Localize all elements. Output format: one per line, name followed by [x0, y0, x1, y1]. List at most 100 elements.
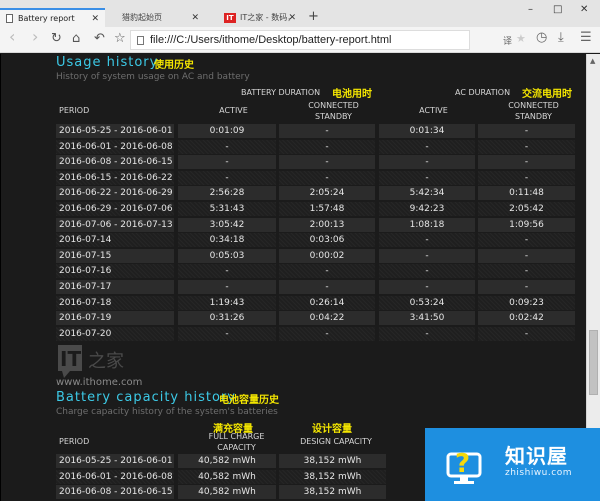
tab-label: Battery report	[18, 14, 75, 23]
home-button[interactable]: ⌂	[72, 31, 80, 47]
capacity-history-subtitle: Charge capacity history of the system's …	[56, 407, 278, 417]
duration-cell: -	[478, 326, 575, 341]
col-battery-standby: CONNECTED STANDBY	[308, 101, 359, 121]
duration-cell: -	[379, 170, 475, 185]
tab-ithome[interactable]: IT IT之家 - 数码，科技，生 ✕	[210, 8, 302, 27]
duration-cell: -	[279, 326, 375, 341]
col-ac-standby: CONNECTED STANDBY	[508, 101, 559, 121]
minimize-button[interactable]: –	[528, 4, 533, 15]
capacity-cell: 40,582 mWh	[178, 485, 276, 500]
duration-cell: -	[379, 280, 475, 294]
maximize-button[interactable]: □	[553, 4, 562, 15]
duration-cell: 2:05:24	[279, 186, 375, 201]
close-window-button[interactable]: ✕	[580, 4, 588, 15]
duration-cell: -	[178, 139, 276, 154]
tab-start-page[interactable]: 猎豹起始页 ✕	[110, 8, 205, 27]
url-input[interactable]	[150, 34, 450, 46]
usage-history-zh: 使用历史	[154, 60, 194, 71]
duration-cell: -	[478, 155, 575, 170]
duration-cell: 0:26:14	[279, 295, 375, 310]
duration-cell: -	[178, 280, 276, 294]
svg-text:IT: IT	[60, 347, 81, 371]
duration-cell: -	[478, 280, 575, 294]
usage-history-subtitle: History of system usage on AC and batter…	[56, 72, 250, 82]
tab-strip: Battery report ✕ 猎豹起始页 ✕ IT IT之家 - 数码，科技…	[0, 0, 600, 27]
monitor-question-icon: ?	[446, 449, 482, 484]
duration-cell: 3:05:42	[178, 217, 276, 232]
reload-button[interactable]: ↻	[51, 31, 62, 47]
period-cell: 2016-06-22 - 2016-06-29	[56, 186, 174, 201]
close-tab-icon[interactable]: ✕	[191, 13, 199, 23]
ithome-logo: IT 之家	[58, 345, 124, 378]
menu-icon[interactable]: ☰	[580, 30, 592, 45]
duration-cell: 5:31:43	[178, 202, 276, 216]
period-cell: 2016-07-17	[56, 280, 174, 294]
forward-button[interactable]: ›	[32, 29, 38, 45]
svg-text:之家: 之家	[88, 351, 124, 372]
period-cell: 2016-06-29 - 2016-07-06	[56, 202, 174, 216]
capacity-cell: 40,582 mWh	[178, 454, 276, 468]
star-icon[interactable]: ★	[516, 32, 526, 45]
period-cell: 2016-07-14	[56, 233, 174, 248]
cap-col-design: DESIGN CAPACITY	[300, 437, 372, 446]
scroll-up-icon[interactable]: ▲	[590, 57, 595, 65]
translate-icon[interactable]: 译	[503, 34, 512, 47]
duration-cell: -	[178, 155, 276, 170]
history-icon[interactable]: ◷	[536, 30, 547, 45]
duration-cell: -	[478, 233, 575, 248]
ac-duration-zh: 交流电用时	[522, 89, 572, 100]
duration-cell: -	[379, 233, 475, 248]
capacity-cell: 40,582 mWh	[178, 469, 276, 484]
period-cell: 2016-06-15 - 2016-06-22	[56, 170, 174, 185]
duration-cell: 2:56:28	[178, 186, 276, 201]
capacity-cell: 38,152 mWh	[279, 485, 386, 500]
duration-cell: -	[279, 264, 375, 279]
ac-duration-header: AC DURATION	[455, 88, 511, 97]
close-tab-icon[interactable]: ✕	[288, 13, 296, 23]
capacity-history-zh: 电池容量历史	[219, 395, 279, 406]
duration-cell: 0:04:22	[279, 311, 375, 326]
period-cell: 2016-07-15	[56, 248, 174, 263]
duration-cell: 1:19:43	[178, 295, 276, 310]
back-button[interactable]: ‹	[9, 29, 15, 45]
new-tab-button[interactable]: +	[308, 9, 319, 25]
svg-text:?: ?	[455, 449, 470, 479]
tab-label: IT之家 - 数码，科技，生	[240, 13, 292, 22]
period-cell: 2016-07-16	[56, 264, 174, 279]
scrollbar-thumb[interactable]	[589, 330, 598, 395]
duration-cell: 3:41:50	[379, 311, 475, 326]
cap-col-period: PERIOD	[59, 437, 90, 446]
period-cell: 2016-06-01 - 2016-06-08	[56, 469, 174, 484]
duration-cell: -	[279, 124, 375, 138]
capacity-cell: 38,152 mWh	[279, 469, 386, 484]
close-tab-icon[interactable]: ✕	[91, 14, 99, 24]
download-icon[interactable]: ⤓	[558, 30, 564, 45]
ithome-url: www.ithome.com	[56, 377, 143, 388]
duration-cell: 0:05:03	[178, 248, 276, 263]
address-bar[interactable]	[130, 30, 470, 50]
battery-duration-zh: 电池用时	[332, 89, 372, 100]
duration-cell: -	[379, 139, 475, 154]
period-cell: 2016-07-20	[56, 326, 174, 341]
period-cell: 2016-07-18	[56, 295, 174, 310]
duration-cell: -	[279, 170, 375, 185]
period-cell: 2016-06-08 - 2016-06-15	[56, 485, 174, 500]
capacity-cell: 38,152 mWh	[279, 454, 386, 468]
duration-cell: 0:31:26	[178, 311, 276, 326]
duration-cell: -	[478, 124, 575, 138]
zhishiwu-watermark: ? 知识屋 zhishiwu.com	[425, 428, 600, 501]
bookmark-button[interactable]: ☆	[114, 31, 126, 47]
undo-button[interactable]: ↶	[94, 31, 105, 47]
duration-cell: 0:02:42	[478, 311, 575, 326]
cap-col-full-charge: FULL CHARGE CAPACITY	[208, 432, 265, 452]
capacity-history-heading: Battery capacity history	[56, 390, 236, 405]
usage-history-heading: Usage history	[56, 55, 159, 70]
duration-cell: -	[279, 139, 375, 154]
duration-cell: -	[379, 326, 475, 341]
col-period: PERIOD	[59, 106, 90, 115]
duration-cell: -	[178, 326, 276, 341]
ithome-favicon: IT	[224, 12, 236, 23]
watermark-title: 知识屋	[505, 444, 568, 468]
duration-cell: 0:03:06	[279, 233, 375, 248]
tab-battery-report[interactable]: Battery report ✕	[0, 8, 105, 27]
